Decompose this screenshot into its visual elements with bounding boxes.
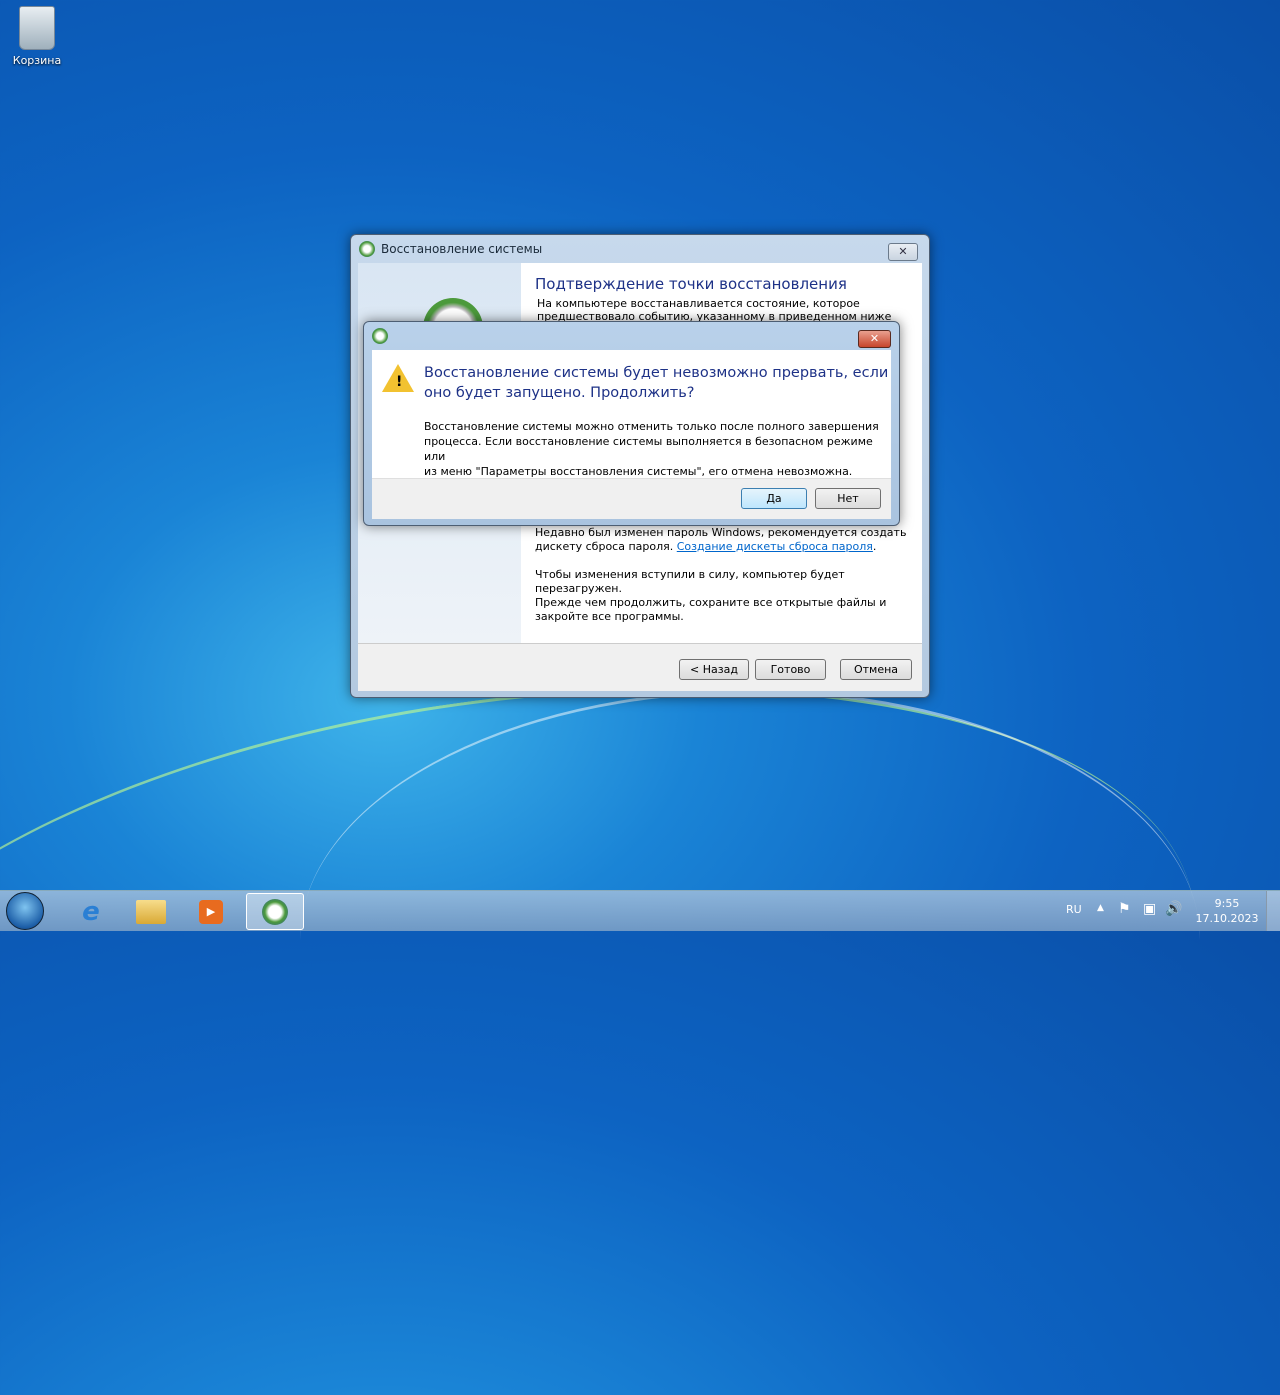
show-hidden-icons-button[interactable]: ▲ (1097, 903, 1104, 913)
action-center-flag-icon[interactable]: ⚑ (1118, 901, 1131, 917)
taskbar-internet-explorer[interactable]: e (62, 893, 120, 930)
close-button[interactable]: ✕ (858, 330, 891, 348)
language-indicator[interactable]: RU (1066, 903, 1082, 916)
clock[interactable]: 9:55 17.10.2023 (1192, 896, 1262, 926)
reboot-text: Чтобы изменения вступили в силу, компьют… (535, 568, 845, 595)
dialog-content: ! Восстановление системы будет невозможн… (372, 350, 891, 478)
network-icon[interactable]: ▣ (1143, 901, 1156, 917)
show-desktop-button[interactable] (1266, 891, 1280, 931)
dialog-body: из меню "Параметры восстановления систем… (424, 465, 853, 478)
internet-explorer-icon: e (82, 896, 100, 927)
system-restore-icon (262, 898, 288, 925)
recycle-bin[interactable]: Корзина (8, 6, 66, 67)
recycle-bin-label: Корзина (12, 54, 62, 67)
start-button[interactable] (6, 892, 44, 930)
media-player-icon: ▶ (199, 899, 223, 924)
taskbar: e ▶ RU ▲ ⚑ ▣ 🔊 9:55 17.10.2023 (0, 890, 1280, 931)
system-restore-icon (372, 328, 388, 344)
dialog-body: процесса. Если восстановление системы вы… (424, 435, 873, 463)
system-restore-icon (359, 241, 375, 257)
dialog-footer (372, 478, 891, 519)
taskbar-system-restore[interactable] (246, 893, 304, 930)
warning-icon-mark: ! (396, 374, 403, 390)
taskbar-explorer[interactable] (122, 893, 180, 930)
back-button[interactable]: < Назад (679, 659, 749, 680)
confirm-dialog: ✕ ! Восстановление системы будет невозмо… (363, 321, 900, 526)
dialog-heading: оно будет запущено. Продолжить? (424, 385, 695, 401)
wallpaper-swoosh (300, 690, 1200, 1190)
window-title: Восстановление системы (381, 242, 543, 256)
folder-icon (136, 899, 166, 924)
page-heading: Подтверждение точки восстановления (535, 275, 847, 293)
dialog-heading: Восстановление системы будет невозможно … (424, 365, 889, 381)
yes-button[interactable]: Да (741, 488, 807, 509)
password-text: дискету сброса пароля. (535, 540, 674, 553)
clock-date: 17.10.2023 (1195, 912, 1259, 925)
taskbar-media-player[interactable]: ▶ (182, 893, 240, 930)
recycle-bin-icon (19, 6, 55, 50)
finish-button[interactable]: Готово (755, 659, 826, 680)
password-reset-disk-link[interactable]: Создание дискеты сброса пароля (677, 540, 873, 553)
cancel-button[interactable]: Отмена (840, 659, 912, 680)
wizard-footer (358, 643, 922, 691)
clock-time: 9:55 (1214, 897, 1240, 910)
close-button[interactable]: ✕ (888, 243, 918, 261)
no-button[interactable]: Нет (815, 488, 881, 509)
reboot-text: закройте все программы. (535, 610, 684, 623)
dialog-body: Восстановление системы можно отменить то… (424, 420, 879, 433)
password-text: Недавно был изменен пароль Windows, реко… (535, 526, 907, 539)
volume-icon[interactable]: 🔊 (1165, 901, 1182, 917)
intro-text: На компьютере восстанавливается состояни… (537, 297, 860, 310)
reboot-text: Прежде чем продолжить, сохраните все отк… (535, 596, 887, 609)
